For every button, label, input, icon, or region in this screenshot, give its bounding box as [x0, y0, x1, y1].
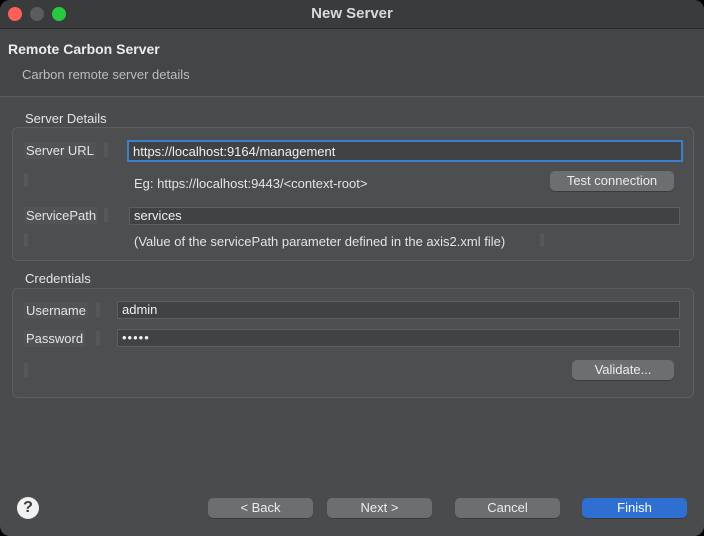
- wizard-title: Remote Carbon Server: [8, 41, 160, 57]
- help-icon[interactable]: ?: [17, 497, 39, 519]
- password-label: Password: [24, 330, 86, 347]
- password-input[interactable]: [117, 329, 680, 347]
- cancel-button[interactable]: Cancel: [455, 498, 560, 518]
- next-button[interactable]: Next >: [327, 498, 432, 518]
- username-label: Username: [24, 302, 88, 319]
- username-label-spacer: [96, 303, 100, 317]
- server-url-input[interactable]: [127, 140, 683, 162]
- username-input[interactable]: [117, 301, 680, 319]
- server-url-label: Server URL: [24, 142, 96, 159]
- validate-row-spacer: [24, 363, 28, 377]
- test-connection-button[interactable]: Test connection: [550, 171, 674, 191]
- credentials-group-title: Credentials: [25, 271, 91, 286]
- service-path-hint-spacer: [24, 233, 28, 247]
- service-path-hint-end-spacer: [540, 233, 544, 247]
- wizard-subtitle: Carbon remote server details: [22, 67, 190, 82]
- service-path-label-spacer: [104, 208, 108, 222]
- service-path-hint: (Value of the servicePath parameter defi…: [134, 234, 506, 249]
- service-path-label: ServicePath: [24, 207, 99, 224]
- password-label-spacer: [96, 331, 100, 345]
- example-spacer: [24, 173, 28, 187]
- server-details-group-title: Server Details: [25, 111, 107, 126]
- service-path-input[interactable]: [129, 207, 680, 225]
- server-url-label-spacer: [104, 143, 108, 157]
- back-button[interactable]: < Back: [208, 498, 313, 518]
- wizard-header: Remote Carbon Server Carbon remote serve…: [0, 29, 704, 97]
- server-url-example: Eg: https://localhost:9443/<context-root…: [134, 176, 368, 191]
- finish-button[interactable]: Finish: [582, 498, 687, 518]
- new-server-dialog: New Server Remote Carbon Server Carbon r…: [0, 0, 704, 536]
- window-title: New Server: [311, 5, 393, 22]
- validate-button[interactable]: Validate...: [572, 360, 674, 380]
- title-bar: New Server: [0, 0, 704, 29]
